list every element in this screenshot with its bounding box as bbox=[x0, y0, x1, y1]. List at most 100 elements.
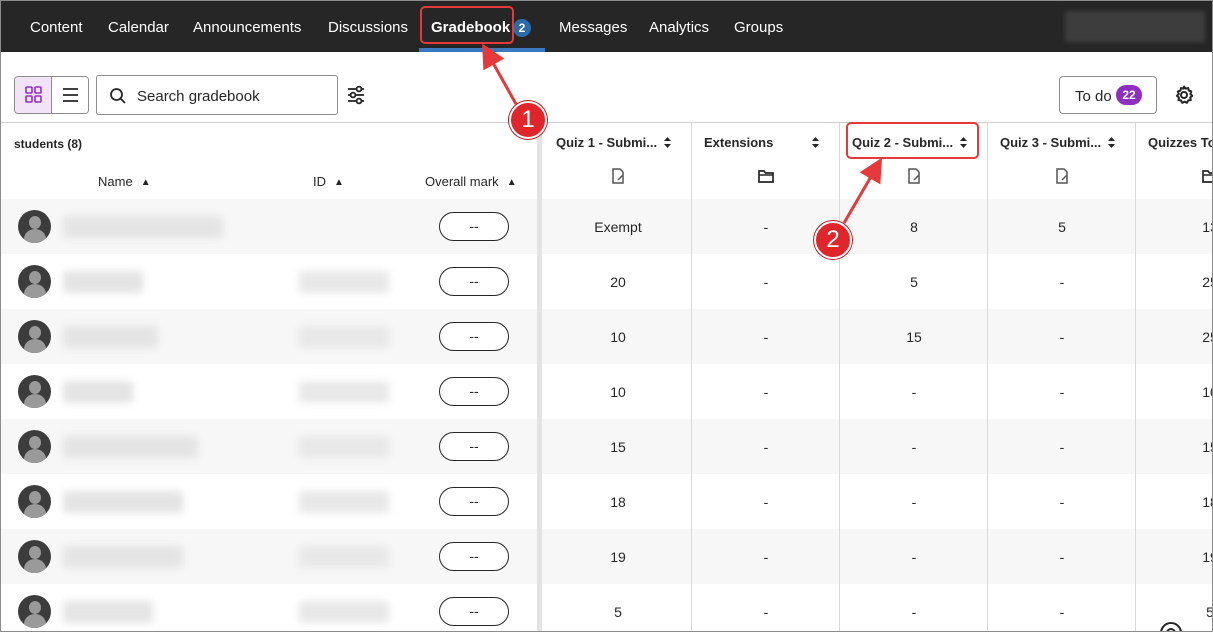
student-name-redacted[interactable] bbox=[63, 271, 143, 293]
view-toggle bbox=[14, 76, 89, 114]
nav-tab-discussions[interactable]: Discussions bbox=[328, 1, 408, 52]
student-name-redacted[interactable] bbox=[63, 601, 153, 623]
grade-cell[interactable]: 25 bbox=[1150, 329, 1212, 345]
grid-divider bbox=[1, 122, 1212, 123]
grade-cell[interactable]: - bbox=[854, 384, 974, 400]
name-column-header[interactable]: Name ▲︎ bbox=[98, 174, 151, 189]
grade-cell[interactable]: 19 bbox=[558, 549, 678, 565]
nav-tab-announcements[interactable]: Announcements bbox=[193, 1, 301, 52]
student-id-redacted bbox=[299, 546, 389, 568]
search-input[interactable]: Search gradebook bbox=[96, 75, 338, 115]
grade-cell[interactable]: 10 bbox=[558, 384, 678, 400]
grade-cell[interactable]: - bbox=[1002, 329, 1122, 345]
grade-cell[interactable]: - bbox=[854, 494, 974, 510]
todo-button[interactable]: To do 22 bbox=[1059, 76, 1157, 114]
student-name-redacted[interactable] bbox=[63, 216, 223, 238]
column-divider bbox=[839, 123, 840, 631]
grade-cell[interactable]: 15 bbox=[1150, 439, 1212, 455]
nav-tab-calendar[interactable]: Calendar bbox=[108, 1, 169, 52]
column-header-extensions[interactable]: Extensions bbox=[704, 135, 773, 150]
folder-icon bbox=[758, 170, 774, 183]
grade-cell[interactable]: 18 bbox=[558, 494, 678, 510]
avatar bbox=[18, 210, 51, 243]
list-view-button[interactable] bbox=[52, 77, 88, 113]
column-header-quiz-1[interactable]: Quiz 1 - Submi... bbox=[556, 135, 657, 150]
student-name-redacted[interactable] bbox=[63, 326, 158, 348]
overall-mark-pill[interactable]: -- bbox=[439, 377, 509, 406]
grade-cell[interactable]: 25 bbox=[1150, 274, 1212, 290]
grade-cell[interactable]: 18 bbox=[1150, 494, 1212, 510]
grade-cell[interactable]: 20 bbox=[558, 274, 678, 290]
grade-cell[interactable]: - bbox=[706, 329, 826, 345]
student-name-redacted[interactable] bbox=[63, 491, 183, 513]
sort-icon: ▲︎ bbox=[140, 177, 151, 189]
overall-mark-pill[interactable]: -- bbox=[439, 597, 509, 626]
gear-icon[interactable] bbox=[1173, 84, 1195, 106]
column-header-quizzes-total[interactable]: Quizzes Tot bbox=[1148, 135, 1212, 150]
grade-cell[interactable]: - bbox=[706, 549, 826, 565]
overall-mark-pill[interactable]: -- bbox=[439, 267, 509, 296]
grade-cell[interactable]: 10 bbox=[558, 329, 678, 345]
student-id-redacted bbox=[299, 491, 389, 513]
active-tab-indicator bbox=[419, 48, 545, 52]
avatar bbox=[18, 485, 51, 518]
overall-mark-pill[interactable]: -- bbox=[439, 432, 509, 461]
grade-cell[interactable]: 8 bbox=[854, 219, 974, 235]
student-id-redacted bbox=[299, 381, 389, 403]
overall-mark-pill[interactable]: -- bbox=[439, 212, 509, 241]
grade-cell[interactable]: - bbox=[1002, 439, 1122, 455]
column-divider bbox=[691, 123, 692, 631]
grade-cell[interactable]: - bbox=[706, 439, 826, 455]
overall-mark-pill[interactable]: -- bbox=[439, 542, 509, 571]
grade-cell[interactable]: - bbox=[1002, 274, 1122, 290]
grade-cell[interactable]: 19 bbox=[1150, 549, 1212, 565]
overall-mark-pill[interactable]: -- bbox=[439, 487, 509, 516]
grade-cell[interactable]: Exempt bbox=[558, 219, 678, 235]
nav-tab-content[interactable]: Content bbox=[30, 1, 83, 52]
grade-cell[interactable]: - bbox=[854, 549, 974, 565]
help-icon[interactable] bbox=[1159, 621, 1183, 632]
sort-icon[interactable] bbox=[663, 136, 672, 149]
grade-cell[interactable]: 5 bbox=[854, 274, 974, 290]
sort-icon[interactable] bbox=[811, 136, 820, 149]
grade-cell[interactable]: 15 bbox=[558, 439, 678, 455]
grade-cell[interactable]: 10 bbox=[1150, 384, 1212, 400]
gradebook-window: Content Calendar Announcements Discussio… bbox=[0, 0, 1213, 632]
column-divider bbox=[1135, 123, 1136, 631]
nav-tab-messages[interactable]: Messages bbox=[559, 1, 627, 52]
column-header-quiz-3[interactable]: Quiz 3 - Submi... bbox=[1000, 135, 1101, 150]
grade-cell[interactable]: - bbox=[706, 274, 826, 290]
student-name-redacted[interactable] bbox=[63, 381, 133, 403]
quiz-2-highlight-box bbox=[846, 122, 979, 159]
grade-cell[interactable]: 5 bbox=[558, 604, 678, 620]
grade-cell[interactable]: - bbox=[706, 219, 826, 235]
grade-cell[interactable]: - bbox=[854, 439, 974, 455]
grade-cell[interactable]: 13 bbox=[1150, 219, 1212, 235]
grade-cell[interactable]: - bbox=[854, 604, 974, 620]
id-header-label: ID bbox=[313, 174, 326, 189]
grade-cell[interactable]: 5 bbox=[1150, 604, 1212, 620]
student-id-redacted bbox=[299, 326, 389, 348]
nav-tab-groups[interactable]: Groups bbox=[734, 1, 783, 52]
student-name-redacted[interactable] bbox=[63, 436, 198, 458]
nav-tab-analytics[interactable]: Analytics bbox=[649, 1, 709, 52]
grade-cell[interactable]: - bbox=[706, 384, 826, 400]
grade-cell[interactable]: - bbox=[1002, 549, 1122, 565]
grade-cell[interactable]: - bbox=[1002, 604, 1122, 620]
grade-cell[interactable]: - bbox=[1002, 494, 1122, 510]
student-id-redacted bbox=[299, 601, 389, 623]
grade-cell[interactable]: - bbox=[706, 604, 826, 620]
grade-cell[interactable]: - bbox=[706, 494, 826, 510]
sort-icon[interactable] bbox=[1107, 136, 1116, 149]
overall-mark-column-header[interactable]: Overall mark ▲︎ bbox=[425, 174, 517, 189]
overall-header-label: Overall mark bbox=[425, 174, 499, 189]
user-menu[interactable] bbox=[1065, 11, 1205, 42]
grade-cell[interactable]: - bbox=[1002, 384, 1122, 400]
grid-view-button[interactable] bbox=[15, 77, 52, 113]
overall-mark-pill[interactable]: -- bbox=[439, 322, 509, 351]
filter-settings-icon[interactable] bbox=[346, 84, 366, 106]
grade-cell[interactable]: 15 bbox=[854, 329, 974, 345]
grade-cell[interactable]: 5 bbox=[1002, 219, 1122, 235]
student-name-redacted[interactable] bbox=[63, 546, 183, 568]
id-column-header[interactable]: ID ▲︎ bbox=[313, 174, 344, 189]
